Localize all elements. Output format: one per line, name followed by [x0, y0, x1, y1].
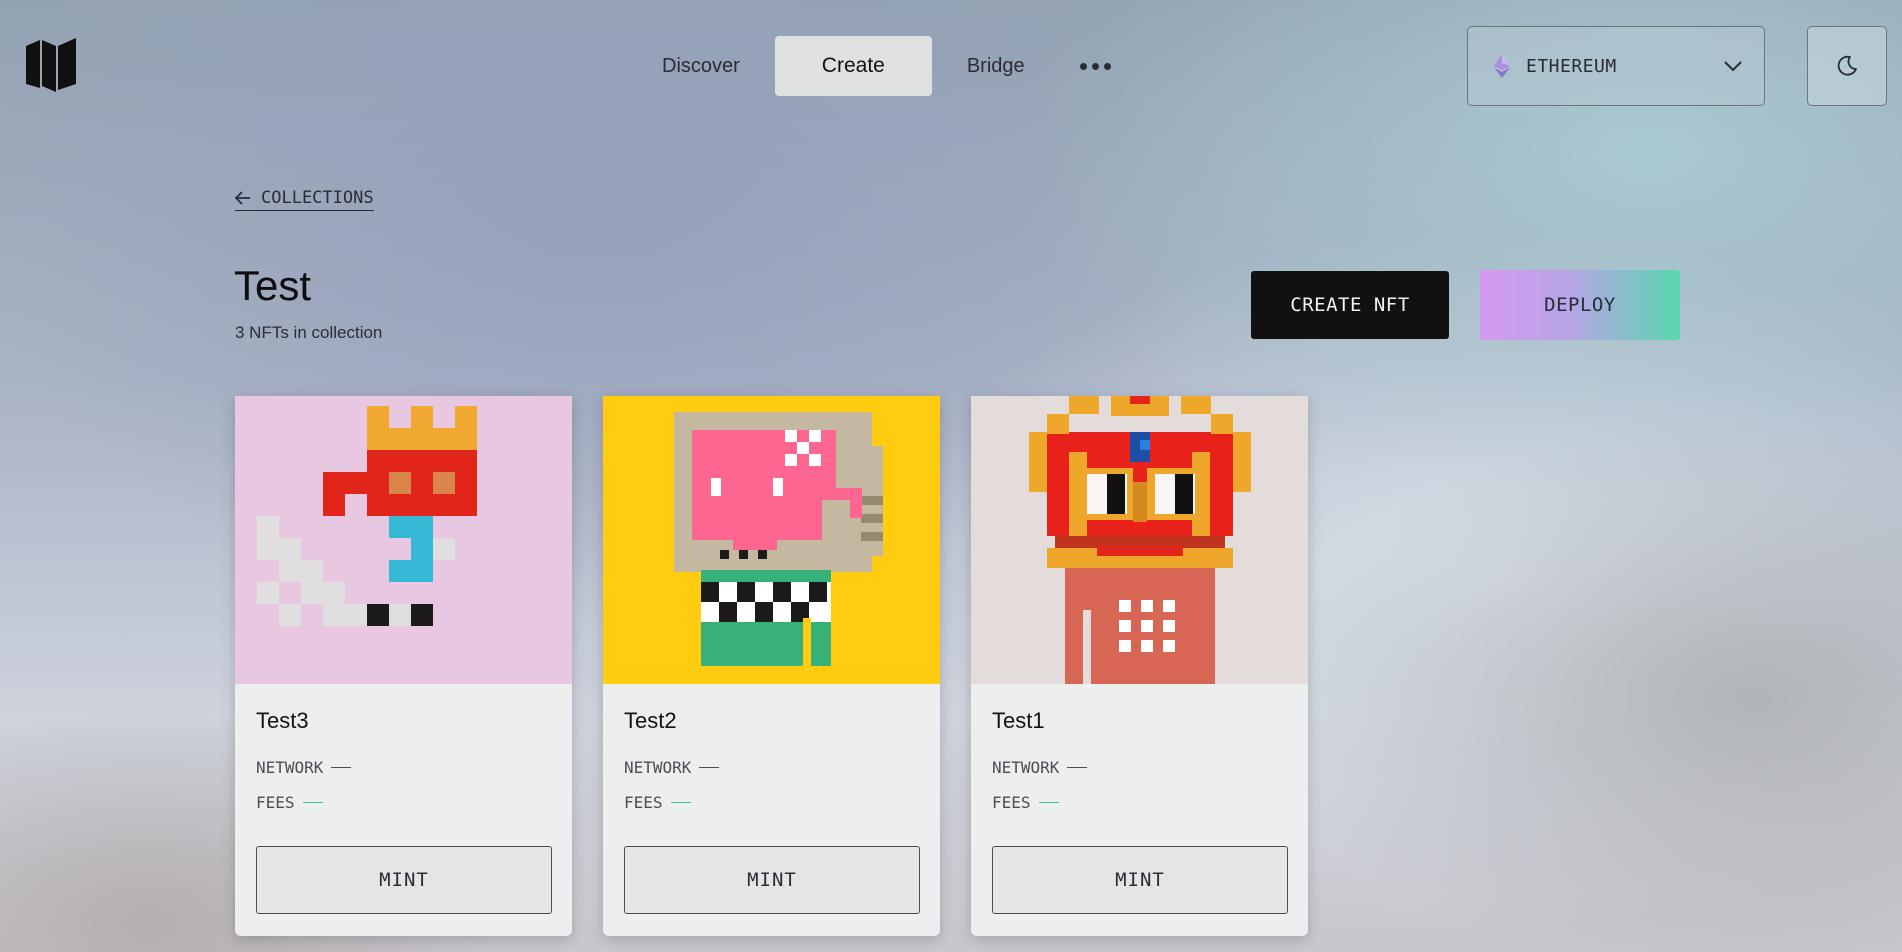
nft-name: Test2: [624, 708, 677, 733]
nft-image: [603, 396, 940, 684]
fees-value-empty: [302, 801, 323, 804]
nft-name: Test3: [256, 708, 309, 733]
nft-card[interactable]: Test3 NETWORK FEES MINT: [235, 396, 572, 936]
moon-icon: [1837, 55, 1857, 76]
mint-button[interactable]: MINT: [992, 846, 1288, 914]
nft-image: [235, 396, 572, 684]
main-nav: Discover Create Bridge: [635, 36, 1139, 96]
nav-bridge[interactable]: Bridge: [940, 36, 1052, 96]
fees-value-empty: [1038, 801, 1059, 804]
fees-info: FEES: [992, 793, 1059, 812]
ethereum-icon: [1494, 54, 1510, 78]
fees-label: FEES: [624, 793, 663, 812]
network-label: NETWORK: [256, 758, 324, 777]
back-to-collections-link[interactable]: COLLECTIONS: [235, 188, 374, 211]
page-title: Test: [234, 262, 312, 309]
network-label: NETWORK: [992, 758, 1060, 777]
nft-card[interactable]: Test2 NETWORK FEES MINT: [603, 396, 940, 936]
mint-button[interactable]: MINT: [256, 846, 552, 914]
brand-logo[interactable]: [26, 38, 76, 92]
mint-button[interactable]: MINT: [624, 846, 920, 914]
fees-value-empty: [670, 801, 691, 804]
nft-card[interactable]: Test1 NETWORK FEES MINT: [971, 396, 1308, 936]
theme-toggle-button[interactable]: [1807, 26, 1887, 106]
network-label: NETWORK: [624, 758, 692, 777]
deploy-button[interactable]: DEPLOY: [1480, 270, 1680, 340]
network-select-value: ETHEREUM: [1526, 55, 1617, 77]
network-select[interactable]: ETHEREUM: [1467, 26, 1765, 106]
nav-discover[interactable]: Discover: [635, 36, 767, 96]
network-value-empty: [331, 766, 352, 769]
fees-label: FEES: [992, 793, 1031, 812]
fees-info: FEES: [624, 793, 691, 812]
collection-count: 3 NFTs in collection: [235, 323, 383, 342]
nav-create[interactable]: Create: [774, 36, 932, 96]
nft-image: [971, 396, 1308, 684]
arrow-left-icon: [235, 191, 250, 205]
fees-label: FEES: [256, 793, 295, 812]
network-value-empty: [699, 766, 720, 769]
network-info: NETWORK: [256, 758, 352, 777]
chevron-down-icon: [1724, 61, 1742, 72]
network-value-empty: [1067, 766, 1088, 769]
fees-info: FEES: [256, 793, 323, 812]
network-info: NETWORK: [624, 758, 720, 777]
more-horizontal-icon[interactable]: [1052, 36, 1139, 96]
nft-name: Test1: [992, 708, 1045, 733]
back-link-label: COLLECTIONS: [261, 188, 374, 208]
network-info: NETWORK: [992, 758, 1088, 777]
nft-card-list: Test3 NETWORK FEES MINT Test2 NETWORK FE…: [235, 396, 1308, 936]
create-nft-button[interactable]: CREATE NFT: [1251, 271, 1449, 339]
